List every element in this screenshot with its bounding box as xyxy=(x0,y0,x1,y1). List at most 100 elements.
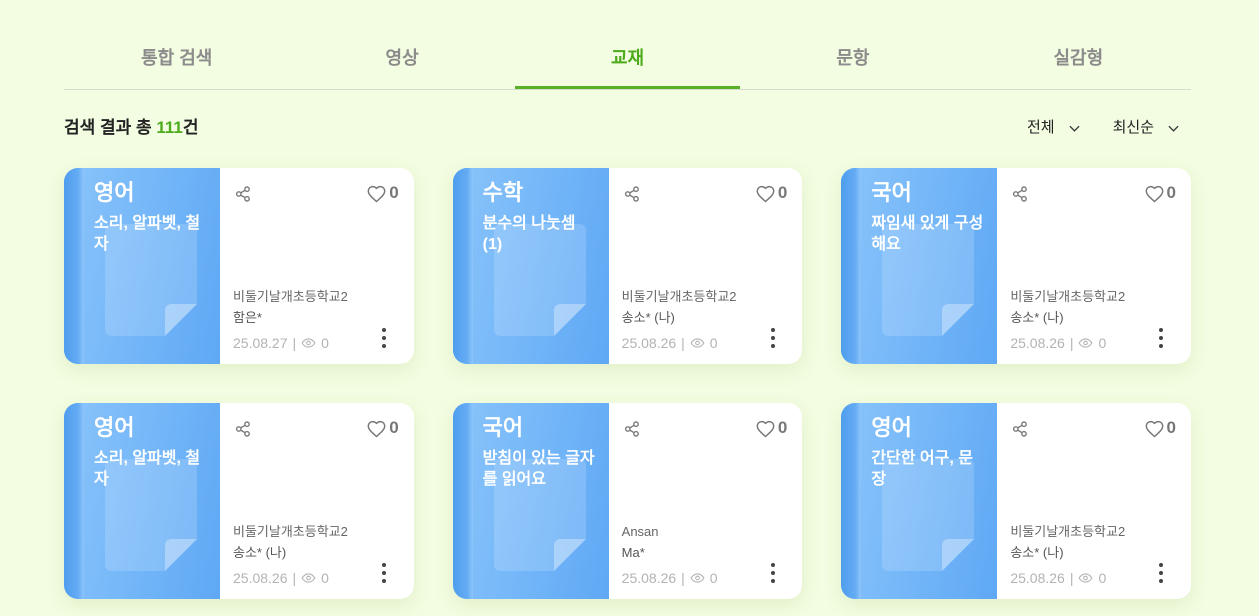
book-cover[interactable]: 영어 간단한 어구, 문장 xyxy=(841,403,998,599)
card-title: 분수의 나눗셈 (1) xyxy=(482,215,576,253)
card-subject: 국어 xyxy=(871,180,912,205)
share-button[interactable] xyxy=(1012,421,1028,437)
category-tabs: 통합 검색 영상 교재 문항 실감형 xyxy=(64,0,1191,90)
card-info: 0 비둘기날개초등학교2 송소* (나) 25.08.26 | 0 xyxy=(997,168,1191,364)
like-count: 0 xyxy=(389,418,399,437)
like-button[interactable]: 0 xyxy=(366,417,399,439)
result-prefix: 검색 결과 총 xyxy=(64,118,157,137)
share-button[interactable] xyxy=(624,186,640,202)
heart-icon xyxy=(367,420,386,437)
tab-label: 교재 xyxy=(610,48,645,68)
tab-label: 문항 xyxy=(836,48,870,68)
textbook-card[interactable]: 영어 소리, 알파벳, 철자 0 비둘기날개초등학교2 송소* (나) 25.0… xyxy=(64,403,414,599)
meta-separator: | xyxy=(1069,570,1074,586)
active-tab-indicator xyxy=(514,86,741,89)
tab-video[interactable]: 영상 xyxy=(289,0,514,89)
kebab-dot xyxy=(382,579,386,583)
meta-separator: | xyxy=(292,570,297,586)
eye-icon xyxy=(690,338,705,348)
textbook-card[interactable]: 수학 분수의 나눗셈 (1) 0 비둘기날개초등학교2 송소* (나) 25.0… xyxy=(452,168,803,364)
share-icon xyxy=(624,421,639,437)
kebab-dot xyxy=(1159,579,1164,583)
more-vertical-icon[interactable] xyxy=(1155,561,1167,585)
kebab-dot xyxy=(382,563,386,567)
book-cover[interactable]: 수학 분수의 나눗셈 (1) xyxy=(452,168,609,364)
textbook-card[interactable]: 영어 소리, 알파벳, 철자 0 비둘기날개초등학교2 함은* 25.08.27… xyxy=(64,168,414,364)
card-school: 비둘기날개초등학교2 xyxy=(1010,524,1126,539)
card-author: Ma* xyxy=(621,545,645,560)
book-spine xyxy=(64,403,84,599)
card-info: 0 비둘기날개초등학교2 송소* (나) 25.08.26 | 0 xyxy=(997,403,1191,599)
kebab-dot xyxy=(382,336,386,340)
book-cover[interactable]: 영어 소리, 알파벳, 철자 xyxy=(64,403,220,599)
book-cover[interactable]: 영어 소리, 알파벳, 철자 xyxy=(64,168,220,364)
card-meta: 25.08.26 | 0 xyxy=(233,568,329,588)
heart-icon xyxy=(367,185,386,202)
book-cover[interactable]: 국어 짜임새 있게 구성해요 xyxy=(841,168,998,364)
share-button[interactable] xyxy=(235,421,251,437)
book-spine xyxy=(64,168,84,364)
view-count: 0 xyxy=(1098,335,1107,351)
like-count: 0 xyxy=(389,183,399,202)
card-title: 받침이 있는 글자를 읽어요 xyxy=(482,450,595,488)
like-button[interactable]: 0 xyxy=(755,182,787,204)
tab-label: 통합 검색 xyxy=(141,48,213,68)
like-button[interactable]: 0 xyxy=(755,417,787,439)
card-date: 25.08.26 xyxy=(1010,570,1065,586)
result-count: 111 xyxy=(156,118,183,137)
sort-dropdown[interactable]: 최신순 xyxy=(1113,117,1179,139)
heart-icon xyxy=(756,185,775,202)
eye-icon xyxy=(1078,573,1093,583)
card-subject: 영어 xyxy=(871,415,912,440)
share-button[interactable] xyxy=(235,186,251,202)
book-cover[interactable]: 국어 받침이 있는 글자를 읽어요 xyxy=(452,403,609,599)
like-button[interactable]: 0 xyxy=(1144,417,1176,439)
meta-separator: | xyxy=(681,335,685,351)
more-vertical-icon[interactable] xyxy=(378,326,390,350)
kebab-dot xyxy=(1159,571,1164,575)
card-meta: 25.08.26 | 0 xyxy=(1010,333,1106,353)
tab-questions[interactable]: 문항 xyxy=(740,0,965,89)
card-title: 짜임새 있게 구성해요 xyxy=(871,215,984,253)
tab-label: 실감형 xyxy=(1053,48,1104,68)
share-button[interactable] xyxy=(1012,186,1028,202)
kebab-dot xyxy=(770,336,775,340)
card-school: 비둘기날개초등학교2 xyxy=(621,289,737,304)
like-button[interactable]: 0 xyxy=(366,182,399,204)
more-vertical-icon[interactable] xyxy=(767,326,779,350)
eye-icon xyxy=(301,573,316,583)
meta-separator: | xyxy=(1069,335,1074,351)
more-vertical-icon[interactable] xyxy=(378,561,390,585)
card-info: 0 비둘기날개초등학교2 함은* 25.08.27 | 0 xyxy=(220,168,414,364)
card-info: 0 비둘기날개초등학교2 송소* (나) 25.08.26 | 0 xyxy=(220,403,414,599)
eye-icon xyxy=(690,573,705,583)
tab-immersive[interactable]: 실감형 xyxy=(966,0,1191,89)
tab-label: 영상 xyxy=(385,48,419,68)
kebab-dot xyxy=(1159,328,1164,332)
share-button[interactable] xyxy=(624,421,640,437)
kebab-dot xyxy=(1159,336,1164,340)
share-icon xyxy=(235,421,250,437)
kebab-dot xyxy=(770,563,775,567)
textbook-card-grid: 영어 소리, 알파벳, 철자 0 비둘기날개초등학교2 함은* 25.08.27… xyxy=(64,168,1191,599)
eye-icon xyxy=(1078,338,1093,348)
scope-dropdown[interactable]: 전체 xyxy=(1027,117,1080,139)
textbook-card[interactable]: 영어 간단한 어구, 문장 0 비둘기날개초등학교2 송소* (나) 25.08… xyxy=(841,403,1191,599)
meta-separator: | xyxy=(681,570,685,586)
card-meta: 25.08.26 | 0 xyxy=(1010,568,1106,588)
heart-icon xyxy=(1145,185,1163,202)
tab-integrated-search[interactable]: 통합 검색 xyxy=(64,0,289,89)
textbook-card[interactable]: 국어 짜임새 있게 구성해요 0 비둘기날개초등학교2 송소* (나) 25.0… xyxy=(841,168,1191,364)
card-subject: 수학 xyxy=(482,180,524,205)
tab-textbook[interactable]: 교재 xyxy=(514,0,741,89)
share-icon xyxy=(235,186,250,202)
more-vertical-icon[interactable] xyxy=(1155,326,1167,350)
textbook-card[interactable]: 국어 받침이 있는 글자를 읽어요 0 Ansan Ma* 25.08.26 |… xyxy=(452,403,803,599)
like-button[interactable]: 0 xyxy=(1144,182,1176,204)
card-meta: 25.08.26 | 0 xyxy=(622,568,718,588)
share-icon xyxy=(1013,186,1028,202)
chevron-down-icon xyxy=(1069,125,1080,132)
kebab-dot xyxy=(382,328,386,332)
more-vertical-icon[interactable] xyxy=(767,561,779,585)
share-icon xyxy=(624,186,639,202)
